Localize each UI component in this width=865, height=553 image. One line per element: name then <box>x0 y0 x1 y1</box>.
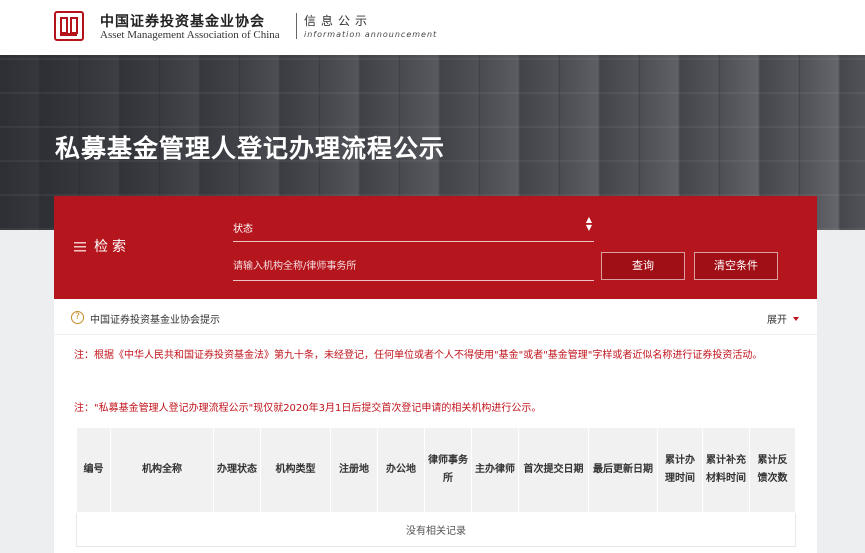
col-header: 办公地 <box>377 427 425 513</box>
col-header: 最后更新日期 <box>588 427 658 513</box>
col-header: 首次提交日期 <box>518 427 589 513</box>
section-title-en: information announcement <box>304 30 438 39</box>
clear-conditions-button[interactable]: 清空条件 <box>694 252 778 280</box>
org-name-cn: 中国证券投资基金业协会 <box>100 14 265 30</box>
col-header: 律师事务所 <box>424 427 472 513</box>
notice-bar: ? 中国证券投资基金业协会提示 展开 <box>54 299 817 335</box>
notice-title: 中国证券投资基金业协会提示 <box>90 315 220 326</box>
results-table: 编号 机构全称 办理状态 机构类型 注册地 办公地 律师事务所 主办律师 首次提… <box>76 427 796 547</box>
question-icon: ? <box>71 311 84 324</box>
header-divider <box>296 13 297 39</box>
search-label: 检索 <box>74 236 130 256</box>
section-title-cn: 信息公示 <box>304 14 373 28</box>
top-header: 中国证券投资基金业协会 Asset Management Association… <box>0 0 865 55</box>
status-select-value: 状态 <box>233 224 253 235</box>
select-arrows-icon: ▲ ▼ <box>585 215 592 232</box>
amac-logo-icon[interactable] <box>54 11 84 41</box>
filter-icon <box>74 242 86 252</box>
col-header: 机构类型 <box>260 427 331 513</box>
col-header: 累计补充材料时间 <box>702 427 750 513</box>
search-panel: 检索 状态 ▲▼ 查询 清空条件 <box>54 196 817 299</box>
caret-down-icon <box>793 317 799 321</box>
results-content: ? 中国证券投资基金业协会提示 展开 注：根据《中华人民共和国证券投资基金法》第… <box>54 299 817 553</box>
scope-note: 注："私募基金管理人登记办理流程公示"现仅就2020年3月1日后提交首次登记申请… <box>74 403 542 414</box>
empty-state: 没有相关记录 <box>76 512 796 547</box>
col-header: 累计反馈次数 <box>749 427 796 513</box>
query-button[interactable]: 查询 <box>601 252 685 280</box>
org-name-en: Asset Management Association of China <box>100 29 280 41</box>
expand-toggle[interactable]: 展开 <box>767 311 799 326</box>
legal-note: 注：根据《中华人民共和国证券投资基金法》第九十条，未经登记，任何单位或者个人不得… <box>74 350 763 361</box>
col-header: 编号 <box>76 427 111 513</box>
institution-name-input[interactable] <box>233 253 594 281</box>
table-row: 没有相关记录 <box>76 512 796 547</box>
table-header-row: 编号 机构全称 办理状态 机构类型 注册地 办公地 律师事务所 主办律师 首次提… <box>76 427 796 513</box>
col-header: 注册地 <box>330 427 378 513</box>
col-header: 累计办理时间 <box>657 427 703 513</box>
page-title: 私募基金管理人登记办理流程公示 <box>55 134 446 163</box>
status-select[interactable]: 状态 ▲ ▼ <box>233 214 594 242</box>
col-header: 办理状态 <box>213 427 261 513</box>
col-header: 机构全称 <box>110 427 214 513</box>
col-header: 主办律师 <box>471 427 519 513</box>
